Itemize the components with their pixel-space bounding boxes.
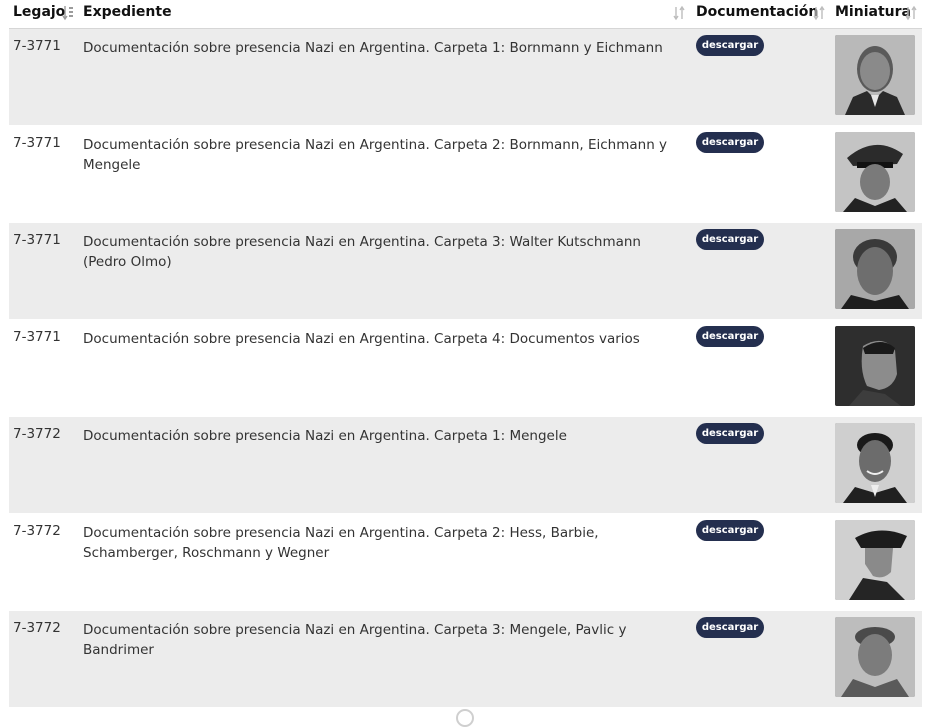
- cell-legajo: 7-3771: [13, 135, 61, 151]
- thumbnail-image[interactable]: [835, 617, 915, 697]
- cell-legajo: 7-3771: [13, 329, 61, 345]
- thumbnail-image[interactable]: [835, 520, 915, 600]
- thumbnail-image[interactable]: [835, 423, 915, 503]
- documents-table: Legajo Expediente Documentación Miniatur…: [9, 0, 922, 708]
- cell-expediente: Documentación sobre presencia Nazi en Ar…: [83, 40, 663, 56]
- table-row: 7-3772 Documentación sobre presencia Naz…: [9, 611, 922, 708]
- header-documentacion[interactable]: Documentación: [696, 4, 818, 20]
- sort-documentacion-icon[interactable]: [813, 5, 825, 21]
- table-row: 7-3771 Documentación sobre presencia Naz…: [9, 320, 922, 417]
- thumbnail-image[interactable]: [835, 229, 915, 309]
- sort-expediente-icon[interactable]: [673, 5, 685, 21]
- header-miniatura[interactable]: Miniatura: [835, 4, 911, 20]
- cell-expediente: Documentación sobre presencia Nazi en Ar…: [83, 622, 627, 658]
- pagination-dot[interactable]: [456, 709, 474, 727]
- table-header: Legajo Expediente Documentación Miniatur…: [9, 0, 922, 29]
- download-button[interactable]: descargar: [696, 423, 764, 444]
- cell-legajo: 7-3771: [13, 38, 61, 54]
- header-legajo[interactable]: Legajo: [13, 4, 65, 20]
- cell-legajo: 7-3771: [13, 232, 61, 248]
- table-row: 7-3772 Documentación sobre presencia Naz…: [9, 417, 922, 514]
- cell-expediente: Documentación sobre presencia Nazi en Ar…: [83, 428, 567, 444]
- cell-expediente: Documentación sobre presencia Nazi en Ar…: [83, 525, 599, 561]
- thumbnail-image[interactable]: [835, 326, 915, 406]
- cell-expediente: Documentación sobre presencia Nazi en Ar…: [83, 137, 668, 173]
- header-expediente[interactable]: Expediente: [83, 4, 172, 20]
- cell-expediente: Documentación sobre presencia Nazi en Ar…: [83, 234, 641, 270]
- cell-legajo: 7-3772: [13, 620, 61, 636]
- download-button[interactable]: descargar: [696, 326, 764, 347]
- download-button[interactable]: descargar: [696, 35, 764, 56]
- thumbnail-image[interactable]: [835, 35, 915, 115]
- table-row: 7-3772 Documentación sobre presencia Naz…: [9, 514, 922, 611]
- pagination: [418, 709, 528, 727]
- table-row: 7-3771 Documentación sobre presencia Naz…: [9, 29, 922, 126]
- download-button[interactable]: descargar: [696, 520, 764, 541]
- table-row: 7-3771 Documentación sobre presencia Naz…: [9, 223, 922, 320]
- download-button[interactable]: descargar: [696, 229, 764, 250]
- table-row: 7-3771 Documentación sobre presencia Naz…: [9, 126, 922, 223]
- sort-legajo-icon[interactable]: [62, 5, 74, 21]
- thumbnail-image[interactable]: [835, 132, 915, 212]
- download-button[interactable]: descargar: [696, 132, 764, 153]
- download-button[interactable]: descargar: [696, 617, 764, 638]
- cell-legajo: 7-3772: [13, 523, 61, 539]
- sort-miniatura-icon[interactable]: [905, 5, 917, 21]
- cell-legajo: 7-3772: [13, 426, 61, 442]
- cell-expediente: Documentación sobre presencia Nazi en Ar…: [83, 331, 640, 347]
